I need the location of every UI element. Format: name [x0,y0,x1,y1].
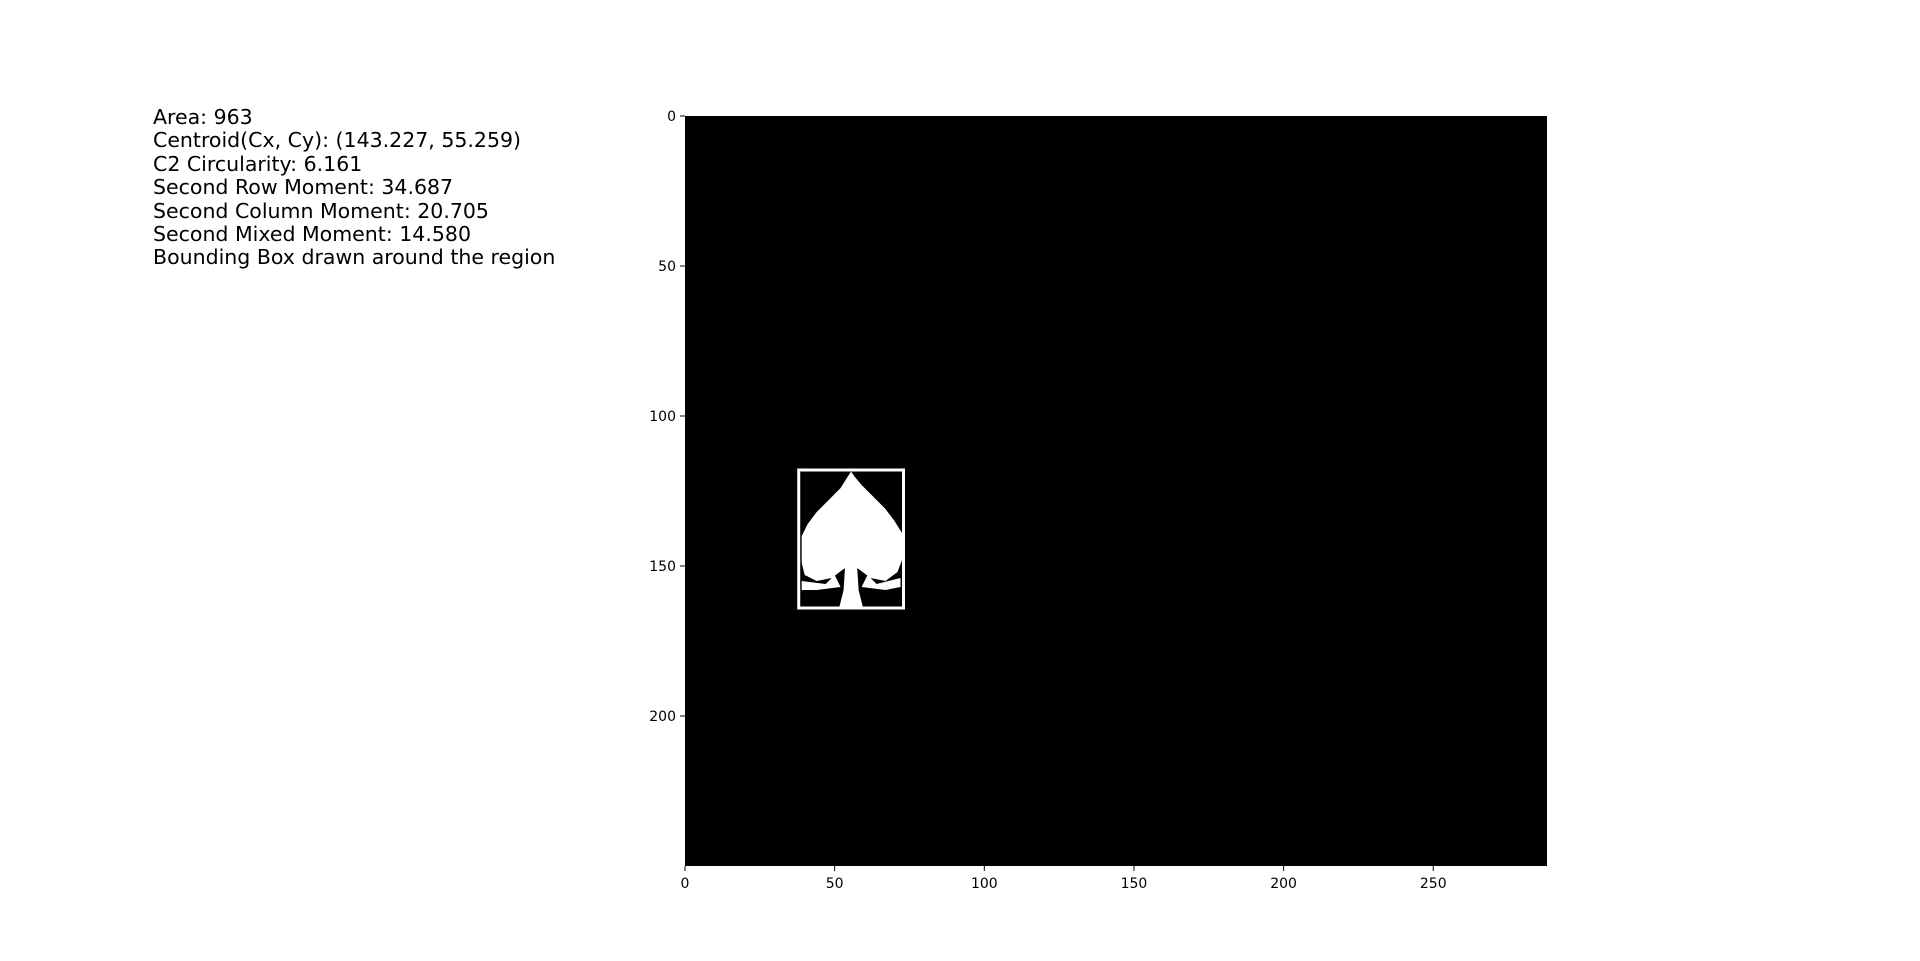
x-tick-label: 200 [1270,876,1297,892]
x-tick-label: 250 [1420,876,1447,892]
x-tick-label: 150 [1121,876,1148,892]
image-plot: 0 50 100 150 200 250 0 50 100 150 200 [649,109,1547,892]
y-tick-label: 0 [667,109,676,125]
x-tick-label: 100 [971,876,998,892]
y-tick-label: 150 [649,559,676,575]
x-tick-label: 0 [681,876,690,892]
figure: Area: 963 Centroid(Cx, Cy): (143.227, 55… [0,0,1920,961]
x-tick-label: 50 [826,876,844,892]
y-tick-label: 200 [649,709,676,725]
y-tick-label: 50 [658,259,676,275]
y-tick-label: 100 [649,409,676,425]
image-background [685,116,1547,866]
